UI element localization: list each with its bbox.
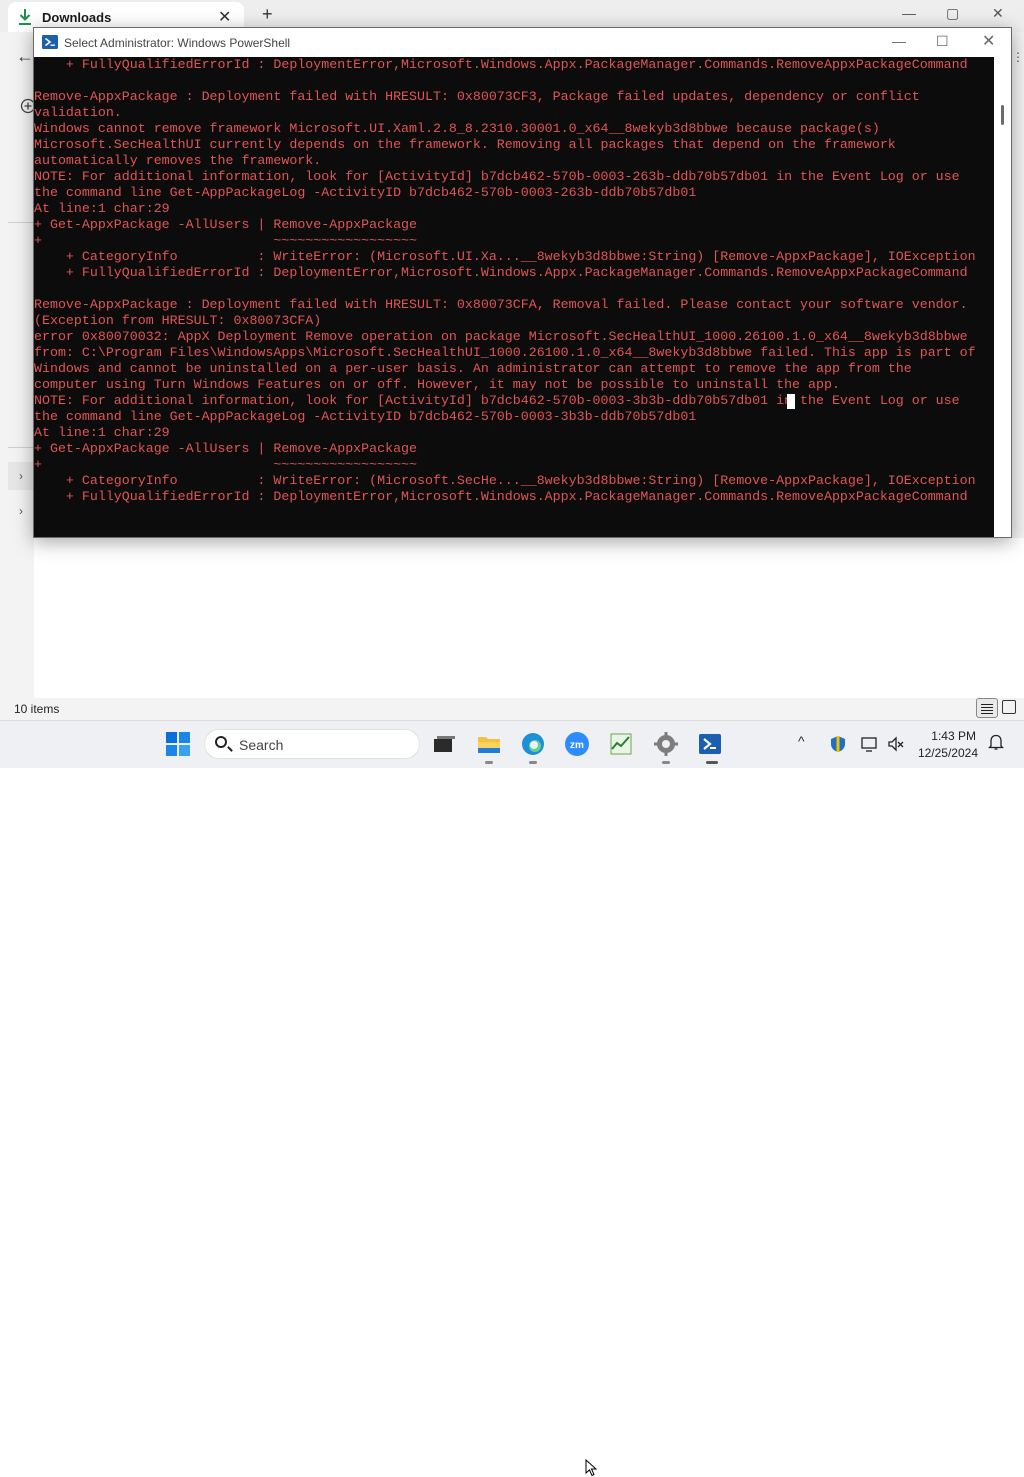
console-line: Remove-AppxPackage : Deployment failed w… (34, 89, 920, 104)
network-icon[interactable] (860, 735, 878, 753)
console-line: automatically removes the framework. (34, 153, 322, 168)
maximize-button[interactable]: ☐ (936, 33, 949, 50)
settings-icon[interactable] (653, 731, 679, 757)
explorer-minimize-button[interactable]: — (902, 5, 916, 21)
console-line: + FullyQualifiedErrorId : DeploymentErro… (34, 57, 968, 72)
console-line: NOTE: For additional information, look f… (34, 393, 960, 408)
nav-divider (8, 447, 34, 448)
tab-close-button[interactable]: ✕ (218, 7, 231, 27)
console-line: the command line Get-AppPackageLog -Acti… (34, 409, 697, 424)
console-line: computer using Turn Windows Features on … (34, 377, 840, 392)
explorer-close-button[interactable]: ✕ (992, 5, 1004, 22)
console-line: Windows cannot remove framework Microsof… (34, 121, 880, 136)
console-line: + CategoryInfo : WriteError: (Microsoft.… (34, 249, 976, 264)
new-tab-button[interactable]: + (262, 4, 273, 25)
status-item-count: 10 items (14, 702, 60, 716)
powershell-icon (42, 35, 58, 49)
see-more-icon[interactable]: ⋮ (1012, 50, 1024, 64)
console-line: from: C:\Program Files\WindowsApps\Micro… (34, 345, 976, 360)
nav-divider (8, 222, 34, 223)
running-indicator (485, 761, 493, 764)
window-title: Select Administrator: Windows PowerShell (64, 36, 291, 50)
expand-chevron-icon[interactable]: › (8, 497, 34, 525)
console-line: Windows and cannot be uninstalled on a p… (34, 361, 912, 376)
powershell-window[interactable]: Select Administrator: Windows PowerShell… (33, 27, 1012, 538)
zoom-icon[interactable]: zm (564, 731, 590, 757)
console-line: validation. (34, 105, 122, 120)
edge-icon[interactable] (520, 731, 546, 757)
explorer-file-list (34, 538, 1024, 698)
search-label: Search (239, 737, 284, 753)
running-indicator (662, 761, 670, 764)
console-line: At line:1 char:29 (34, 201, 170, 216)
search-icon (215, 736, 227, 748)
close-button[interactable]: ✕ (982, 31, 995, 51)
volume-muted-icon[interactable] (887, 735, 905, 753)
minimize-button[interactable]: — (892, 33, 906, 49)
console-scrollbar[interactable] (994, 57, 1011, 537)
console-line: + Get-AppxPackage -AllUsers | Remove-App… (34, 217, 418, 232)
console-line: (Exception from HRESULT: 0x80073CFA) (34, 313, 322, 328)
file-explorer-icon[interactable] (476, 731, 502, 757)
explorer-maximize-button[interactable]: ▢ (946, 5, 959, 22)
clock-date[interactable]: 12/25/2024 (912, 746, 978, 760)
console-line: Remove-AppxPackage : Deployment failed w… (34, 297, 968, 312)
console-line: the command line Get-AppPackageLog -Acti… (34, 185, 697, 200)
notification-bell-icon[interactable] (988, 733, 1004, 751)
console-line: + Get-AppxPackage -AllUsers | Remove-App… (34, 441, 418, 456)
console-line: error 0x80070032: AppX Deployment Remove… (34, 329, 968, 344)
task-view-icon[interactable] (431, 731, 457, 757)
details-view-button[interactable] (976, 698, 998, 718)
taskbar: Search zm ^ 1:43 PM 12/25/2024 (0, 720, 1024, 1477)
console-line: + ~~~~~~~~~~~~~~~~~~ (34, 233, 418, 248)
svg-text:zm: zm (570, 740, 584, 751)
tiles-view-button[interactable] (1002, 700, 1016, 714)
security-shield-icon[interactable] (829, 735, 847, 753)
console-line: NOTE: For additional information, look f… (34, 169, 960, 184)
console-line: + FullyQualifiedErrorId : DeploymentErro… (34, 265, 968, 280)
search-box[interactable]: Search (204, 729, 420, 759)
console-output[interactable]: + FullyQualifiedErrorId : DeploymentErro… (34, 57, 994, 537)
text-cursor (787, 394, 795, 409)
mouse-pointer-icon (585, 1459, 597, 1477)
expand-chevron-icon[interactable]: › (8, 462, 34, 490)
download-icon (19, 9, 31, 25)
running-indicator (529, 761, 537, 764)
running-indicator (706, 761, 718, 764)
console-line: + CategoryInfo : WriteError: (Microsoft.… (34, 473, 976, 488)
back-arrow-icon[interactable]: ← (16, 46, 34, 67)
scrollbar-thumb[interactable] (1001, 105, 1004, 125)
task-manager-icon[interactable] (608, 731, 634, 757)
console-line: + FullyQualifiedErrorId : DeploymentErro… (34, 489, 968, 504)
console-line: + ~~~~~~~~~~~~~~~~~~ (34, 457, 418, 472)
tab-title: Downloads (42, 10, 112, 25)
powershell-title-bar[interactable]: Select Administrator: Windows PowerShell… (34, 28, 1011, 57)
start-icon[interactable] (165, 731, 191, 757)
tray-overflow-chevron-icon[interactable]: ^ (798, 733, 805, 749)
console-line: At line:1 char:29 (34, 425, 170, 440)
console-line: Microsoft.SecHealthUI currently depends … (34, 137, 896, 152)
clock-time[interactable]: 1:43 PM (928, 729, 976, 743)
powershell-icon[interactable] (697, 731, 723, 757)
